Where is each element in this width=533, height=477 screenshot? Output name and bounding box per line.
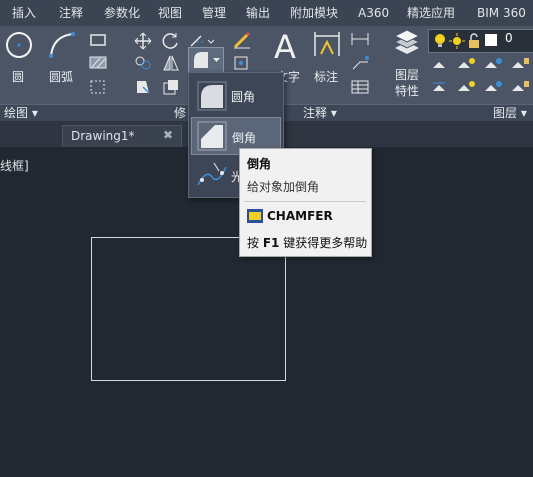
layer-dropdown[interactable]: 0 (428, 29, 533, 53)
menu-addins[interactable]: 附加模块 (290, 0, 338, 26)
blend-curves-icon (197, 162, 227, 186)
layer-properties-label: 特性 (395, 84, 420, 98)
tab-drawing1-label: Drawing1* (71, 129, 135, 143)
fillet-icon (194, 52, 208, 68)
arc-button[interactable]: 圆弧 (49, 68, 73, 85)
lock-icon (469, 33, 479, 48)
close-icon[interactable]: ✖ (163, 128, 173, 142)
circle-icon[interactable] (4, 30, 34, 60)
layer-color-swatch (485, 34, 497, 46)
annotate-panel-label[interactable]: 注释 ▾ (303, 105, 337, 121)
scale-icon[interactable] (162, 78, 180, 96)
table-icon[interactable] (350, 78, 372, 96)
svg-text:A: A (274, 28, 296, 62)
tooltip-help-key: F1 (262, 236, 280, 250)
menu-bar: 插入 注释 参数化 视图 管理 输出 附加模块 A360 精选应用 BIM 36… (0, 0, 533, 27)
tooltip-divider (244, 201, 366, 202)
stretch-icon[interactable] (134, 78, 152, 96)
fillet-icon (197, 81, 227, 111)
tooltip-description: 给对象加倒角 (247, 180, 320, 194)
tooltip-help-suffix: 键获得更多帮助 (279, 236, 368, 250)
copy-icon[interactable] (134, 54, 152, 72)
hatch-icon[interactable] (88, 54, 110, 70)
tooltip-title: 倒角 (247, 157, 272, 171)
viewport-style-control[interactable]: 线框] (0, 157, 29, 174)
draw-panel-label[interactable]: 绘图 ▾ (4, 105, 38, 121)
rotate-icon[interactable] (162, 32, 180, 50)
menu-view[interactable]: 视图 (158, 0, 182, 26)
menu-manage[interactable]: 管理 (202, 0, 226, 26)
explode-icon[interactable] (232, 54, 252, 72)
mirror-icon[interactable] (162, 54, 180, 72)
rectangle-icon[interactable] (88, 32, 110, 48)
circle-button[interactable]: 圆 (12, 68, 24, 85)
layers-panel-label[interactable]: 图层 ▾ (493, 105, 527, 121)
leader-icon[interactable] (350, 54, 372, 72)
layer-tools-row2-icon[interactable] (430, 78, 530, 96)
lightbulb-icon (435, 34, 445, 47)
menu-annotate[interactable]: 注释 (59, 0, 83, 26)
menu-featured-apps[interactable]: 精选应用 (407, 0, 455, 26)
chamfer-icon (197, 121, 227, 151)
text-icon[interactable]: A (272, 28, 302, 62)
boundary-icon[interactable] (88, 78, 110, 96)
dimension-icon[interactable] (312, 28, 342, 60)
move-icon[interactable] (134, 32, 152, 50)
chevron-down-icon[interactable] (212, 56, 221, 64)
tooltip-help-prefix: 按 (247, 236, 263, 250)
chamfer-tooltip: 倒角 给对象加倒角 CHAMFER 按 F1 键获得更多帮助 (239, 148, 372, 257)
menu-insert[interactable]: 插入 (12, 0, 36, 26)
dimension-button[interactable]: 标注 (314, 68, 338, 85)
layer-properties-icon[interactable] (392, 28, 422, 58)
menu-item-chamfer-label: 倒角 (232, 131, 257, 145)
modify-panel-label[interactable]: 修 (174, 105, 186, 121)
menu-item-fillet[interactable]: 圆角 (191, 77, 281, 115)
linear-dim-icon[interactable] (350, 30, 372, 48)
tooltip-command-name: CHAMFER (267, 209, 333, 223)
sun-icon (449, 33, 465, 49)
tooltip-help-text: 按 F1 键获得更多帮助 (247, 234, 367, 251)
drawn-rectangle[interactable] (91, 237, 286, 381)
tab-drawing1[interactable]: Drawing1* ✖ (62, 125, 182, 148)
erase-icon[interactable] (232, 30, 252, 50)
menu-bim360[interactable]: BIM 360 (477, 0, 526, 26)
menu-output[interactable]: 输出 (246, 0, 270, 26)
layer-name: 0 (505, 31, 513, 45)
fillet-split-button[interactable] (188, 47, 224, 73)
arc-icon[interactable] (47, 30, 77, 60)
layer-properties-button[interactable]: 图层 (395, 66, 419, 83)
menu-a360[interactable]: A360 (358, 0, 389, 26)
menu-parametric[interactable]: 参数化 (104, 0, 140, 26)
command-icon (247, 209, 263, 223)
menu-item-fillet-label: 圆角 (231, 90, 256, 104)
layer-tools-row1-icon[interactable] (430, 56, 530, 74)
